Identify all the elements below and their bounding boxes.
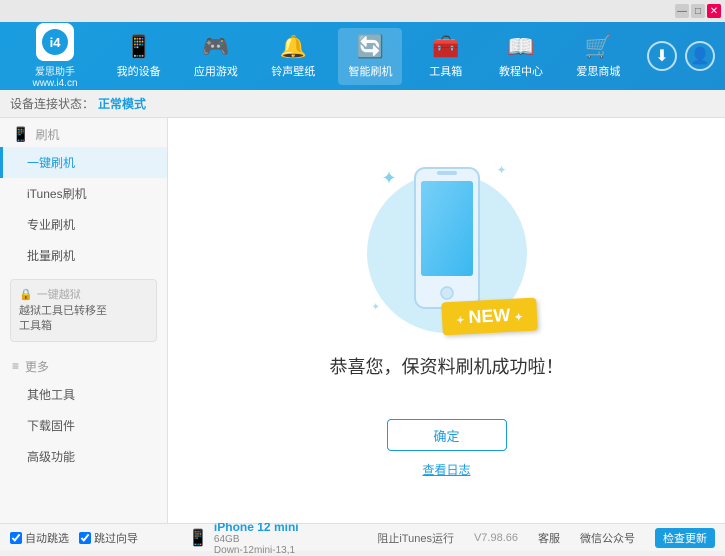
device-icon: 📱 xyxy=(188,528,208,548)
nav-items: 📱 我的设备 🎮 应用游戏 🔔 铃声壁纸 🔄 智能刷机 🧰 工具箱 📖 教程中心… xyxy=(100,28,637,85)
minimize-button[interactable]: — xyxy=(675,4,689,18)
title-bar: — □ ✕ xyxy=(0,0,725,22)
apps-icon: 🎮 xyxy=(202,34,229,60)
device-details: iPhone 12 mini 64GB Down-12mini-13,1 xyxy=(214,520,299,556)
download-action-button[interactable]: ⬇ xyxy=(647,41,677,71)
phone-svg xyxy=(407,163,487,313)
svg-text:i4: i4 xyxy=(50,35,62,50)
flash-section-label: 刷机 xyxy=(35,126,59,143)
skip-wizard-checkbox[interactable]: 跳过向导 xyxy=(79,530,138,546)
nav-item-my-device[interactable]: 📱 我的设备 xyxy=(107,28,171,85)
tools-label: 工具箱 xyxy=(429,63,462,79)
bottom-right: 阻止iTunes运行 V7.98.66 客服 微信公众号 检查更新 xyxy=(377,528,715,548)
ringtone-label: 铃声壁纸 xyxy=(271,63,315,79)
itunes-status[interactable]: 阻止iTunes运行 xyxy=(377,530,454,546)
sidebar: 📱 刷机 一键刷机 iTunes刷机 专业刷机 批量刷机 🔒 一键越狱 越狱工具… xyxy=(0,118,168,523)
sidebar-item-advanced[interactable]: 高级功能 xyxy=(0,441,167,472)
status-label: 设备连接状态： xyxy=(10,95,94,112)
check-update-button[interactable]: 检查更新 xyxy=(655,528,715,548)
sidebar-more-header: ≡ 更多 xyxy=(0,350,167,379)
sidebar-item-batch-flash[interactable]: 批量刷机 xyxy=(0,240,167,271)
sparkle-bottom-left: ✦ xyxy=(372,302,380,313)
nav-item-ringtone[interactable]: 🔔 铃声壁纸 xyxy=(261,28,325,85)
top-navigation: i4 爱思助手 www.i4.cn 📱 我的设备 🎮 应用游戏 🔔 铃声壁纸 🔄… xyxy=(0,22,725,90)
ringtone-icon: 🔔 xyxy=(280,34,307,60)
confirm-button[interactable]: 确定 xyxy=(387,419,507,451)
sidebar-item-other-tools[interactable]: 其他工具 xyxy=(0,379,167,410)
sidebar-item-one-click-flash[interactable]: 一键刷机 xyxy=(0,147,167,178)
tutorials-label: 教程中心 xyxy=(499,63,543,79)
auto-launch-input[interactable] xyxy=(10,532,22,544)
jailbreak-label: 一键越狱 xyxy=(37,286,81,302)
auto-launch-label: 自动跳选 xyxy=(25,530,69,546)
sparkle-top-left: ✦ xyxy=(382,168,397,189)
status-bar: 设备连接状态： 正常模式 xyxy=(0,90,725,118)
maximize-button[interactable]: □ xyxy=(691,4,705,18)
lock-icon: 🔒 xyxy=(19,288,33,301)
my-device-icon: 📱 xyxy=(125,34,152,60)
status-value: 正常模式 xyxy=(98,95,146,112)
my-device-label: 我的设备 xyxy=(117,63,161,79)
flash-label: 智能刷机 xyxy=(348,63,392,79)
flash-icon: 🔄 xyxy=(357,34,384,60)
version-text: V7.98.66 xyxy=(474,532,518,544)
skip-wizard-input[interactable] xyxy=(79,532,91,544)
device-storage: 64GB xyxy=(214,534,299,545)
apps-label: 应用游戏 xyxy=(194,63,238,79)
itunes-status-text: 阻止iTunes运行 xyxy=(377,530,454,546)
customer-service-link[interactable]: 客服 xyxy=(538,530,560,546)
main-area: 📱 刷机 一键刷机 iTunes刷机 专业刷机 批量刷机 🔒 一键越狱 越狱工具… xyxy=(0,118,725,523)
success-message: 恭喜您，保资料刷机成功啦！ xyxy=(330,353,564,379)
flash-section-icon: 📱 xyxy=(12,126,29,143)
nav-actions: ⬇ 👤 xyxy=(647,41,715,71)
more-icon: ≡ xyxy=(12,359,19,373)
bottom-left: 自动跳选 跳过向导 xyxy=(10,530,178,546)
device-info-area: 📱 iPhone 12 mini 64GB Down-12mini-13,1 xyxy=(178,520,299,556)
nav-item-tools[interactable]: 🧰 工具箱 xyxy=(416,28,476,85)
lock-jailbreak-section: 🔒 一键越狱 越狱工具已转移至工具箱 xyxy=(10,279,157,342)
jailbreak-moved-text: 越狱工具已转移至工具箱 xyxy=(19,304,148,335)
nav-item-apps[interactable]: 🎮 应用游戏 xyxy=(184,28,248,85)
view-today-link[interactable]: 查看日志 xyxy=(422,461,470,478)
device-system: Down-12mini-13,1 xyxy=(214,545,299,556)
logo-area[interactable]: i4 爱思助手 www.i4.cn xyxy=(10,23,100,89)
lock-icon-row: 🔒 一键越狱 xyxy=(19,286,148,302)
shop-icon: 🛒 xyxy=(585,34,612,60)
phone-wrapper: ✦ ✦ ✦ xyxy=(367,163,527,343)
nav-item-tutorials[interactable]: 📖 教程中心 xyxy=(489,28,553,85)
nav-item-shop[interactable]: 🛒 爱思商城 xyxy=(566,28,630,85)
logo-url: www.i4.cn xyxy=(32,78,77,89)
sparkle-top-right: ✦ xyxy=(496,163,506,177)
logo-icon: i4 xyxy=(36,23,74,61)
bottom-bar: 自动跳选 跳过向导 📱 iPhone 12 mini 64GB Down-12m… xyxy=(0,523,725,551)
close-button[interactable]: ✕ xyxy=(707,4,721,18)
sidebar-section-flash: 📱 刷机 xyxy=(0,118,167,147)
wechat-public-link[interactable]: 微信公众号 xyxy=(580,530,635,546)
shop-label: 爱思商城 xyxy=(576,63,620,79)
more-label: 更多 xyxy=(25,358,49,375)
new-badge: NEW xyxy=(441,298,537,336)
success-illustration: ✦ ✦ ✦ xyxy=(330,163,564,399)
content-area: ✦ ✦ ✦ xyxy=(168,118,725,523)
user-action-button[interactable]: 👤 xyxy=(685,41,715,71)
tools-icon: 🧰 xyxy=(432,34,459,60)
sidebar-item-download-firmware[interactable]: 下载固件 xyxy=(0,410,167,441)
sidebar-item-pro-flash[interactable]: 专业刷机 xyxy=(0,209,167,240)
tutorials-icon: 📖 xyxy=(507,34,534,60)
logo-brand: 爱思助手 xyxy=(35,63,75,78)
auto-launch-checkbox[interactable]: 自动跳选 xyxy=(10,530,69,546)
nav-item-flash[interactable]: 🔄 智能刷机 xyxy=(338,28,402,85)
sidebar-item-itunes-flash[interactable]: iTunes刷机 xyxy=(0,178,167,209)
skip-wizard-label: 跳过向导 xyxy=(94,530,138,546)
